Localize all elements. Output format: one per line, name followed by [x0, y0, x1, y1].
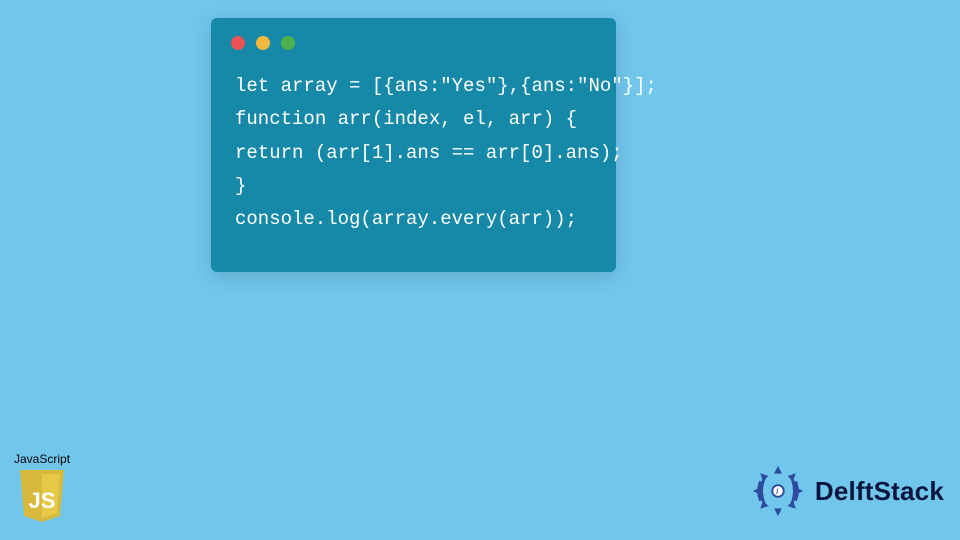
code-line: }	[235, 175, 246, 197]
code-window: let array = [{ans:"Yes"},{ans:"No"}]; fu…	[211, 18, 616, 272]
javascript-label: JavaScript	[14, 452, 70, 466]
shield-text: JS	[29, 488, 56, 513]
javascript-badge: JavaScript JS	[14, 452, 70, 522]
code-line: return (arr[1].ans == arr[0].ans);	[235, 142, 623, 164]
delftstack-name: DelftStack	[815, 476, 944, 507]
minimize-icon	[256, 36, 270, 50]
javascript-shield-icon: JS	[18, 470, 66, 522]
code-line: let array = [{ans:"Yes"},{ans:"No"}];	[235, 75, 657, 97]
code-line: function arr(index, el, arr) {	[235, 108, 577, 130]
code-line: console.log(array.every(arr));	[235, 208, 577, 230]
maximize-icon	[281, 36, 295, 50]
delftstack-logo: / DelftStack	[749, 462, 944, 520]
code-body: let array = [{ans:"Yes"},{ans:"No"}]; fu…	[211, 50, 616, 258]
close-icon	[231, 36, 245, 50]
window-controls	[211, 18, 616, 50]
delftstack-emblem-icon: /	[749, 462, 807, 520]
